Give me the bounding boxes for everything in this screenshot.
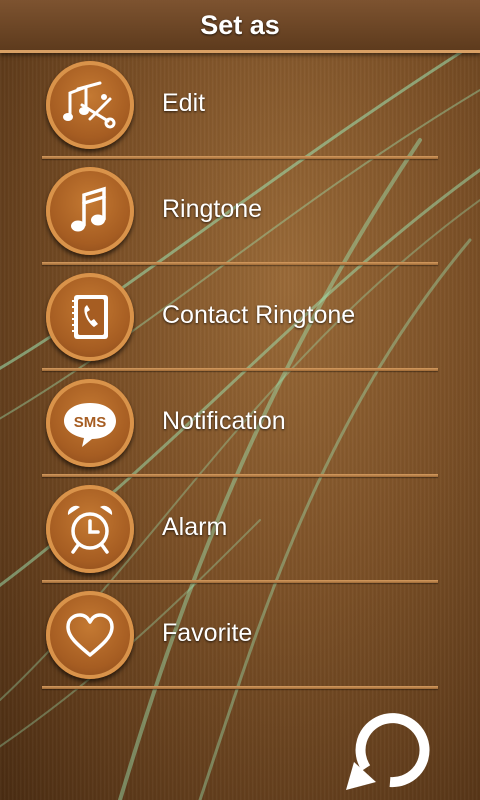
menu-item-edit[interactable]: Edit [0, 53, 480, 159]
sms-bubble-icon: SMS [46, 379, 134, 467]
header-bar: Set as [0, 0, 480, 53]
menu-item-label: Alarm [162, 513, 228, 541]
music-scissors-icon [46, 61, 134, 149]
menu-item-label: Contact Ringtone [162, 301, 356, 329]
menu-item-alarm[interactable]: Alarm [0, 477, 480, 583]
refresh-icon[interactable] [344, 704, 436, 796]
menu-item-notification[interactable]: SMS Notification [0, 371, 480, 477]
menu-item-label: Ringtone [162, 195, 263, 223]
menu-item-ringtone[interactable]: Ringtone [0, 159, 480, 265]
sms-icon-text: SMS [74, 414, 107, 431]
page-title: Set as [200, 9, 280, 40]
music-note-icon [46, 167, 134, 255]
alarm-clock-icon [46, 485, 134, 573]
set-as-menu: Edit Ringtone Contact Ringtone SMS Notif… [0, 53, 480, 689]
divider [42, 686, 438, 689]
menu-item-favorite[interactable]: Favorite [0, 583, 480, 689]
menu-item-label: Edit [162, 89, 206, 117]
phone-book-icon [46, 273, 134, 361]
menu-item-contact-ringtone[interactable]: Contact Ringtone [0, 265, 480, 371]
heart-icon [46, 591, 134, 679]
menu-item-label: Favorite [162, 619, 253, 647]
menu-item-label: Notification [162, 407, 286, 435]
